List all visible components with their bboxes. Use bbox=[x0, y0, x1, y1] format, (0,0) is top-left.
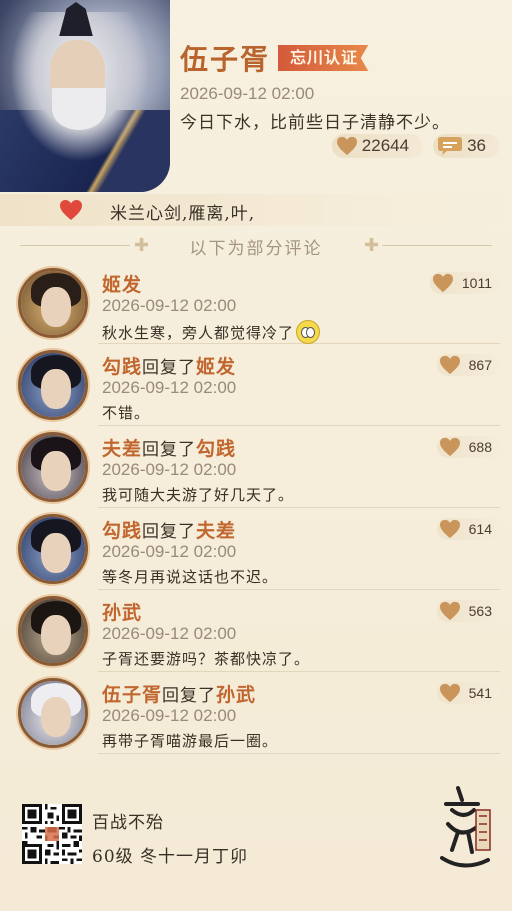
comment-like-count: 867 bbox=[468, 357, 492, 373]
comment-text: 不错。 bbox=[102, 404, 151, 422]
comments-divider-label: 以下为部分评论 bbox=[189, 239, 323, 259]
comment-text: 子胥还要游吗？茶都快凉了。 bbox=[102, 650, 311, 668]
commenter-name[interactable]: 勾践 bbox=[102, 520, 142, 542]
comment-like-button[interactable]: 563 bbox=[436, 600, 500, 622]
avatar[interactable] bbox=[18, 350, 88, 420]
commenter-name[interactable]: 伍子胥 bbox=[102, 684, 162, 706]
heart-filled-icon bbox=[60, 200, 82, 220]
heart-icon bbox=[432, 273, 453, 293]
comment-time: 2026-09-12 02:00 bbox=[102, 542, 237, 561]
post-like-count: 22644 bbox=[361, 136, 410, 155]
heart-icon bbox=[439, 437, 460, 457]
reply-label: 回复了 bbox=[142, 522, 197, 542]
comment-bubble-icon bbox=[438, 137, 463, 155]
reply-label: 回复了 bbox=[142, 440, 197, 460]
heart-icon bbox=[439, 601, 460, 621]
reply-target-name[interactable]: 勾践 bbox=[196, 438, 236, 460]
heart-icon bbox=[439, 355, 460, 375]
post-comment-button[interactable]: 36 bbox=[433, 134, 500, 158]
comment-time: 2026-09-12 02:00 bbox=[102, 460, 237, 479]
comment-text: 我可随大夫游了好几天了。 bbox=[102, 486, 295, 504]
avatar[interactable] bbox=[18, 596, 88, 666]
qr-code-icon[interactable] bbox=[22, 804, 82, 864]
post-like-button[interactable]: 22644 bbox=[331, 134, 424, 158]
reply-label: 回复了 bbox=[162, 686, 217, 706]
comment-like-button[interactable]: 1011 bbox=[429, 272, 500, 294]
reply-label: 回复了 bbox=[142, 358, 197, 378]
comment-text: 等冬月再说这话也不迟。 bbox=[102, 568, 279, 586]
comment-like-button[interactable]: 541 bbox=[436, 682, 500, 704]
comment-text: 再带子胥喵游最后一圈。 bbox=[102, 732, 279, 750]
post-header: 伍子胥 忘川认证 2026-09-12 02:00 今日下水，比前些日子清静不少… bbox=[180, 38, 500, 133]
comment-like-count: 541 bbox=[468, 685, 492, 701]
comment-like-count: 688 bbox=[468, 439, 492, 455]
heart-icon bbox=[439, 519, 460, 539]
comment-item: 姬发 2026-09-12 02:00 秋水生寒，旁人都觉得冷了 1011 bbox=[18, 262, 500, 344]
commenter-name[interactable]: 孙武 bbox=[102, 602, 142, 624]
verified-badge: 忘川认证 bbox=[278, 45, 369, 71]
plus-ornament-icon: ✚ bbox=[364, 235, 380, 256]
comments-divider: ✚ 以下为部分评论 ✚ bbox=[0, 232, 512, 259]
comment-like-button[interactable]: 867 bbox=[436, 354, 500, 376]
post-page: 伍子胥 忘川认证 2026-09-12 02:00 今日下水，比前些日子清静不少… bbox=[0, 0, 512, 911]
avatar[interactable] bbox=[18, 432, 88, 502]
comment-time: 2026-09-12 02:00 bbox=[102, 624, 237, 643]
liked-by-bar: 米兰心剑,雁离,叶, bbox=[0, 194, 512, 226]
post-comment-count: 36 bbox=[467, 136, 486, 155]
footer: 百战不殆 60级 冬十一月丁卯 bbox=[0, 786, 512, 911]
post-text: 今日下水，比前些日子清静不少。 bbox=[180, 113, 450, 133]
comment-like-count: 1011 bbox=[461, 275, 492, 291]
commenter-name[interactable]: 勾践 bbox=[102, 356, 142, 378]
player-level-date: 60级 冬十一月丁卯 bbox=[92, 847, 249, 867]
comment-time: 2026-09-12 02:00 bbox=[102, 378, 237, 397]
commenter-name[interactable]: 夫差 bbox=[102, 438, 142, 460]
commenter-name[interactable]: 姬发 bbox=[102, 274, 142, 296]
comment-item: 夫差回复了勾践 2026-09-12 02:00 我可随大夫游了好几天了。 68… bbox=[18, 426, 500, 508]
post-time: 2026-09-12 02:00 bbox=[180, 84, 315, 103]
comment-like-count: 614 bbox=[468, 521, 492, 537]
comment-time: 2026-09-12 02:00 bbox=[102, 296, 237, 315]
comment-item: 勾践回复了夫差 2026-09-12 02:00 等冬月再说这话也不迟。 614 bbox=[18, 508, 500, 590]
reply-target-name[interactable]: 孙武 bbox=[216, 684, 256, 706]
comment-like-count: 563 bbox=[468, 603, 492, 619]
player-title: 百战不殆 bbox=[92, 813, 164, 833]
comment-item: 伍子胥回复了孙武 2026-09-12 02:00 再带子胥喵游最后一圈。 54… bbox=[18, 672, 500, 754]
heart-icon bbox=[439, 683, 460, 703]
liked-by-names[interactable]: 米兰心剑,雁离,叶, bbox=[110, 199, 255, 224]
author-portrait[interactable] bbox=[0, 0, 170, 192]
comment-time: 2026-09-12 02:00 bbox=[102, 706, 237, 725]
avatar[interactable] bbox=[18, 268, 88, 338]
comment-item: 勾践回复了姬发 2026-09-12 02:00 不错。 867 bbox=[18, 344, 500, 426]
heart-icon bbox=[336, 136, 357, 156]
game-logo-icon bbox=[440, 786, 491, 868]
comment-list: 姬发 2026-09-12 02:00 秋水生寒，旁人都觉得冷了 1011 勾践… bbox=[0, 262, 512, 754]
avatar[interactable] bbox=[18, 514, 88, 584]
author-name[interactable]: 伍子胥 bbox=[180, 38, 270, 78]
post-stats: 22644 36 bbox=[331, 134, 500, 158]
avatar[interactable] bbox=[18, 678, 88, 748]
comment-text: 秋水生寒，旁人都觉得冷了 bbox=[102, 324, 295, 342]
comment-item: 孙武 2026-09-12 02:00 子胥还要游吗？茶都快凉了。 563 bbox=[18, 590, 500, 672]
reply-target-name[interactable]: 姬发 bbox=[196, 356, 236, 378]
flushed-face-icon bbox=[296, 320, 321, 344]
comment-like-button[interactable]: 688 bbox=[436, 436, 500, 458]
reply-target-name[interactable]: 夫差 bbox=[196, 520, 236, 542]
comment-like-button[interactable]: 614 bbox=[436, 518, 500, 540]
